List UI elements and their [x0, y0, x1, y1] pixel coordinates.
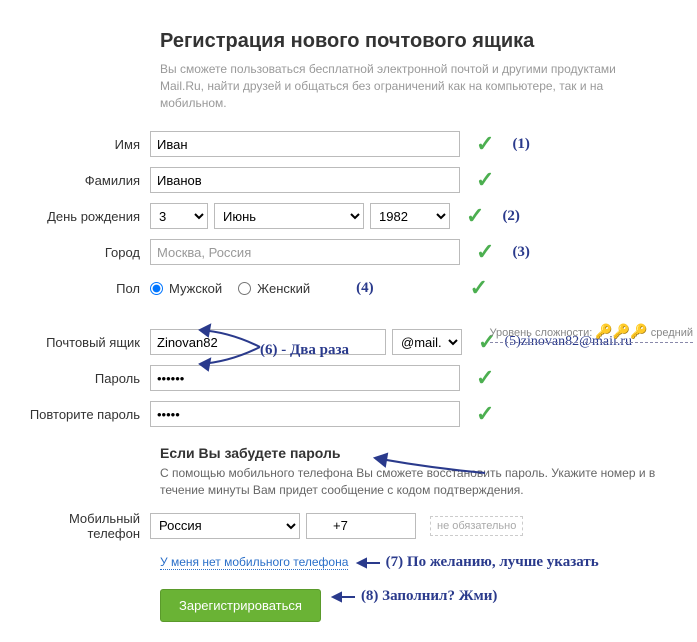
check-icon: ✓ — [466, 203, 484, 229]
check-icon: ✓ — [476, 239, 494, 265]
check-icon: ✓ — [476, 167, 494, 193]
key-icon: 🔑 — [595, 323, 612, 339]
annotation-3: (3) — [512, 244, 530, 261]
domain-select[interactable]: @mail.ru — [392, 329, 462, 355]
gender-female-label: Женский — [257, 281, 310, 296]
page-title: Регистрация нового почтового ящика — [160, 30, 677, 53]
arrow-icon — [327, 589, 357, 605]
password2-label: Повторите пароль — [20, 407, 150, 422]
password2-input[interactable] — [150, 401, 460, 427]
annotation-7: (7) По желанию, лучше указать — [386, 554, 599, 570]
submit-button[interactable]: Зарегистрироваться — [160, 589, 321, 622]
key-icon: 🔑 — [613, 323, 630, 339]
page-subtitle: Вы сможете пользоваться бесплатной элект… — [160, 61, 660, 111]
gender-label: Пол — [20, 281, 150, 296]
lastname-input[interactable] — [150, 167, 460, 193]
password-label: Пароль — [20, 371, 150, 386]
check-icon: ✓ — [476, 365, 494, 391]
gender-female-radio[interactable] — [238, 282, 251, 295]
city-label: Город — [20, 245, 150, 260]
annotation-4: (4) — [356, 280, 374, 297]
year-select[interactable]: 1982 — [370, 203, 450, 229]
firstname-input[interactable] — [150, 131, 460, 157]
annotation-6: (6) - Два раза — [260, 342, 349, 359]
country-select[interactable]: Россия — [150, 513, 300, 539]
firstname-label: Имя — [20, 137, 150, 152]
check-icon: ✓ — [476, 131, 494, 157]
password-input[interactable] — [150, 365, 460, 391]
check-icon: ✓ — [476, 401, 494, 427]
password-strength: Уровень сложности: 🔑🔑🔑 средний — [490, 323, 693, 343]
annotation-8: (8) Заполнил? Жми) — [361, 588, 497, 605]
gender-male-label: Мужской — [169, 281, 222, 296]
birthday-label: День рождения — [20, 209, 150, 224]
phone-input[interactable] — [306, 513, 416, 539]
day-select[interactable]: 3 — [150, 203, 208, 229]
mailbox-label: Почтовый ящик — [20, 335, 150, 350]
city-input[interactable] — [150, 239, 460, 265]
optional-tag: не обязательно — [430, 516, 523, 536]
annotation-1: (1) — [512, 136, 530, 153]
check-icon: ✓ — [470, 275, 488, 301]
key-icon: 🔑 — [630, 323, 647, 339]
arrow-icon — [352, 555, 382, 571]
phone-label: Мобильный телефон — [20, 511, 150, 541]
annotation-2: (2) — [502, 208, 520, 225]
gender-male-radio[interactable] — [150, 282, 163, 295]
recovery-title: Если Вы забудете пароль — [160, 445, 677, 461]
no-phone-link[interactable]: У меня нет мобильного телефона — [160, 555, 348, 570]
recovery-desc: С помощью мобильного телефона Вы сможете… — [160, 465, 660, 499]
lastname-label: Фамилия — [20, 173, 150, 188]
month-select[interactable]: Июнь — [214, 203, 364, 229]
